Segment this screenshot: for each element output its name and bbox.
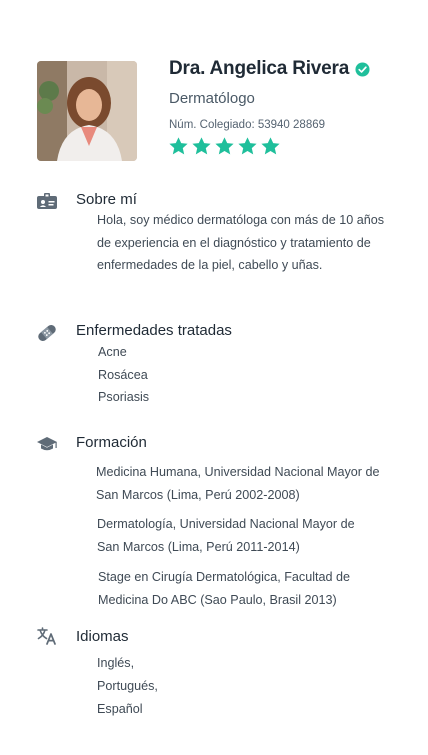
id-card-icon (37, 193, 57, 209)
doctor-name: Dra. Angelica Rivera (169, 58, 350, 79)
formacion-item: Stage en Cirugía Dermatológica, Facultad… (98, 570, 351, 607)
doctor-photo (37, 61, 137, 161)
disease-item: Rosácea (98, 368, 148, 382)
sobre-text: Hola, soy médico dermatóloga con más de … (97, 213, 385, 272)
star-icon (215, 137, 234, 155)
star-icon (238, 137, 257, 155)
bandage-icon (38, 324, 56, 342)
star-icon (192, 137, 211, 155)
doctor-name-row: Dra. Angelica Rivera (169, 58, 370, 80)
doctor-specialty: Dermatólogo (169, 90, 255, 107)
section-title-formacion: Formación (76, 434, 147, 451)
section-title-enfermedades: Enfermedades tratadas (76, 322, 232, 339)
section-title-sobre: Sobre mí (76, 191, 137, 208)
section-title-idiomas: Idiomas (76, 628, 129, 645)
star-icon (169, 137, 188, 155)
translate-icon (37, 627, 56, 645)
rating-stars (168, 136, 281, 157)
disease-item: Acne (98, 345, 127, 359)
language-item: Inglés, (97, 656, 135, 670)
disease-item: Psoriasis (98, 390, 150, 404)
language-item: Español (97, 702, 143, 716)
formacion-item: Dermatología, Universidad Nacional Mayor… (97, 517, 355, 554)
colegiado-number: Núm. Colegiado: 53940 28869 (169, 119, 326, 131)
language-item: Portugués, (97, 679, 158, 693)
formacion-item: Medicina Humana, Universidad Nacional Ma… (96, 465, 380, 502)
graduation-cap-icon (37, 437, 57, 451)
verified-check-icon (355, 61, 370, 77)
star-icon (261, 137, 280, 155)
